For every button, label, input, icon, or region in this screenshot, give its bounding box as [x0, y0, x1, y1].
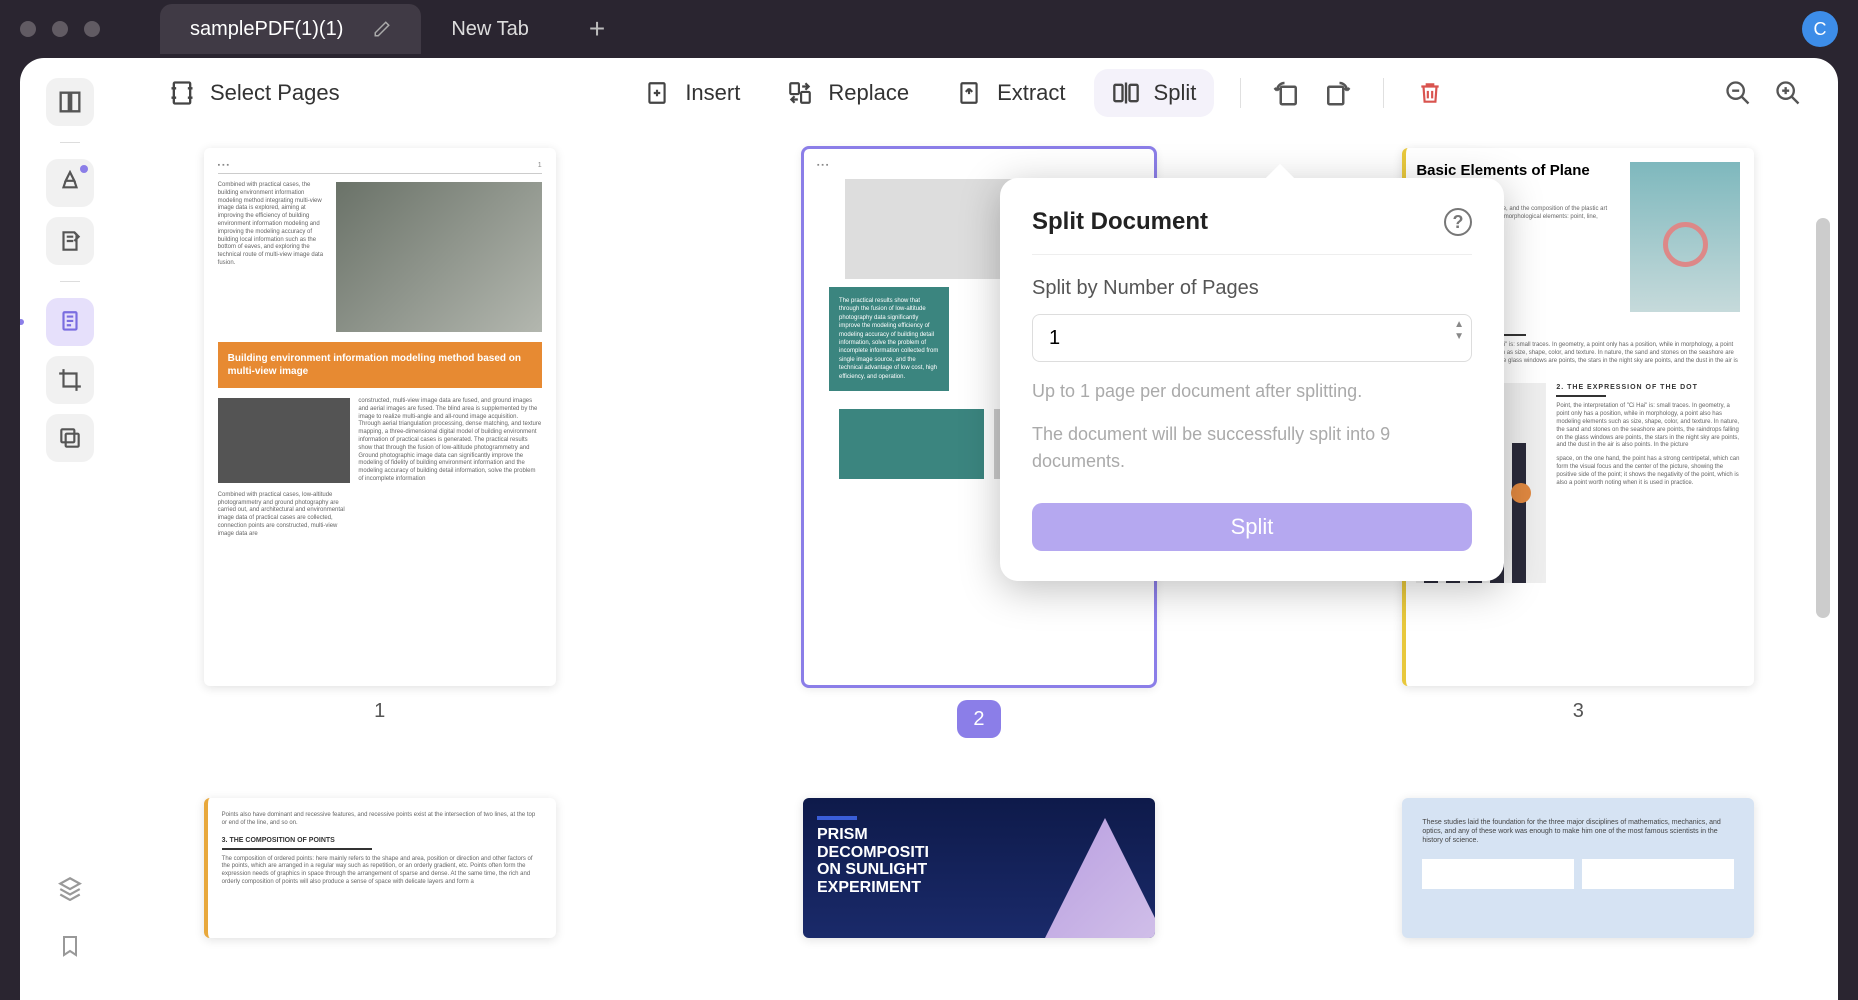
- thumb-heading: 2. THE EXPRESSION OF THE DOT: [1556, 383, 1740, 392]
- page-cell-4[interactable]: Points also have dominant and recessive …: [150, 798, 609, 938]
- tab-label: New Tab: [451, 18, 528, 41]
- page-thumbnail[interactable]: PRISM DECOMPOSITI ON SUNLIGHT EXPERIMENT: [803, 798, 1155, 938]
- main-window: Select Pages Insert Replace Extract: [20, 58, 1838, 1000]
- popover-input-wrap: ▲ ▼: [1032, 314, 1472, 362]
- page-thumbnail[interactable]: Points also have dominant and recessive …: [204, 798, 556, 938]
- avatar-initial: C: [1814, 19, 1827, 40]
- dot-indicator: [80, 165, 88, 173]
- replace-icon: [786, 79, 814, 107]
- page-number: 1: [374, 700, 385, 723]
- tabs: samplePDF(1)(1) New Tab +: [160, 0, 605, 58]
- mini-dots: ▪ ▪ ▪: [218, 162, 229, 169]
- page-cell-6[interactable]: These studies laid the foundation for th…: [1349, 798, 1808, 938]
- button-label: Insert: [685, 80, 740, 106]
- thumb-text: The practical results show that through …: [829, 287, 949, 391]
- sidebar-book-icon[interactable]: [46, 78, 94, 126]
- sidebar-layers-icon[interactable]: [46, 864, 94, 912]
- zoom-in-icon[interactable]: [1768, 73, 1808, 113]
- rotate-right-icon[interactable]: [1317, 73, 1357, 113]
- traffic-min[interactable]: [52, 21, 68, 37]
- thumbnail-grid: ▪ ▪ ▪ 1 Combined with practical cases, t…: [150, 148, 1808, 938]
- thumb-heading: 3. THE COMPOSITION OF POINTS: [222, 836, 542, 845]
- insert-button[interactable]: Insert: [625, 69, 758, 117]
- sidebar-crop-icon[interactable]: [46, 356, 94, 404]
- thumb-text: Point, the interpretation of "Ci Hai" is…: [1556, 403, 1740, 450]
- mini-dots: ▪ ▪ ▪: [817, 162, 828, 169]
- thumb-text: Combined with practical cases, the build…: [218, 182, 329, 332]
- traffic-close[interactable]: [20, 21, 36, 37]
- split-button[interactable]: Split: [1094, 69, 1215, 117]
- button-label: Extract: [997, 80, 1065, 106]
- zoom-out-icon[interactable]: [1718, 73, 1758, 113]
- stepper-down-icon[interactable]: ▼: [1454, 332, 1464, 342]
- button-label: Split: [1231, 514, 1274, 539]
- split-popover: Split Document ? Split by Number of Page…: [1000, 178, 1504, 581]
- sidebar-pages-icon[interactable]: [46, 298, 94, 346]
- active-dot: [20, 319, 24, 325]
- page-number-selected: 2: [957, 700, 1001, 738]
- content-area: Select Pages Insert Replace Extract: [120, 58, 1838, 1000]
- stepper: ▲ ▼: [1454, 320, 1464, 342]
- add-tab-icon[interactable]: +: [589, 13, 605, 45]
- tab-label: samplePDF(1)(1): [190, 18, 343, 41]
- thumb-text: Points also have dominant and recessive …: [222, 812, 542, 828]
- button-label: Select Pages: [210, 80, 340, 106]
- traffic-lights: [20, 21, 100, 37]
- sidebar-bookmark-icon[interactable]: [46, 922, 94, 970]
- tab-new[interactable]: New Tab: [421, 4, 558, 54]
- thumb-image-placeholder: [839, 409, 984, 479]
- sidebar-stack-icon[interactable]: [46, 414, 94, 462]
- titlebar: samplePDF(1)(1) New Tab + C: [0, 0, 1858, 58]
- rotate-left-icon[interactable]: [1267, 73, 1307, 113]
- sidebar-sign-icon[interactable]: [46, 217, 94, 265]
- separator: [60, 281, 80, 282]
- delete-icon[interactable]: [1410, 73, 1450, 113]
- thumb-headline: Building environment information modelin…: [218, 342, 542, 388]
- thumb-image-placeholder: [218, 398, 351, 483]
- extract-icon: [955, 79, 983, 107]
- tab-file[interactable]: samplePDF(1)(1): [160, 4, 421, 54]
- split-icon: [1112, 79, 1140, 107]
- popover-hint: Up to 1 page per document after splittin…: [1032, 378, 1472, 405]
- button-label: Split: [1154, 80, 1197, 106]
- scrollbar[interactable]: [1816, 218, 1830, 618]
- pencil-icon[interactable]: [373, 20, 391, 38]
- stepper-up-icon[interactable]: ▲: [1454, 320, 1464, 330]
- split-pages-input[interactable]: [1032, 314, 1472, 362]
- thumb-text: These studies laid the foundation for th…: [1422, 818, 1734, 845]
- page-thumbnail[interactable]: ▪ ▪ ▪ 1 Combined with practical cases, t…: [204, 148, 556, 686]
- select-pages-button[interactable]: Select Pages: [150, 69, 358, 117]
- thumb-text: Combined with practical cases, low-altit…: [218, 492, 351, 539]
- left-sidebar: [20, 58, 120, 1000]
- page-toolbar: Select Pages Insert Replace Extract: [120, 58, 1838, 128]
- replace-button[interactable]: Replace: [768, 69, 927, 117]
- thumb-text: space, on the one hand, the point has a …: [1556, 456, 1740, 487]
- popover-title: Split Document: [1032, 208, 1208, 236]
- split-action-button[interactable]: Split: [1032, 503, 1472, 551]
- separator: [60, 142, 80, 143]
- extract-button[interactable]: Extract: [937, 69, 1083, 117]
- select-pages-icon: [168, 79, 196, 107]
- mini-pagenum: 1: [538, 162, 542, 169]
- popover-hint: The document will be successfully split …: [1032, 421, 1472, 475]
- page-cell-5[interactable]: PRISM DECOMPOSITI ON SUNLIGHT EXPERIMENT: [749, 798, 1208, 938]
- page-number: 3: [1573, 700, 1584, 723]
- thumbnail-grid-wrap: ▪ ▪ ▪ 1 Combined with practical cases, t…: [120, 128, 1838, 1000]
- thumb-text: The composition of ordered points: here …: [222, 856, 542, 887]
- thumb-text: constructed, multi-view image data are f…: [358, 398, 541, 484]
- insert-icon: [643, 79, 671, 107]
- thumb-image-placeholder: [336, 182, 541, 332]
- separator: [1383, 78, 1384, 108]
- avatar[interactable]: C: [1802, 11, 1838, 47]
- page-thumbnail[interactable]: These studies laid the foundation for th…: [1402, 798, 1754, 938]
- separator: [1240, 78, 1241, 108]
- thumb-image-placeholder: [1630, 162, 1740, 312]
- traffic-max[interactable]: [84, 21, 100, 37]
- help-icon[interactable]: ?: [1444, 208, 1472, 236]
- button-label: Replace: [828, 80, 909, 106]
- sidebar-highlighter-icon[interactable]: [46, 159, 94, 207]
- popover-header: Split Document ?: [1032, 208, 1472, 255]
- popover-section-label: Split by Number of Pages: [1032, 277, 1472, 300]
- page-cell-1[interactable]: ▪ ▪ ▪ 1 Combined with practical cases, t…: [150, 148, 609, 738]
